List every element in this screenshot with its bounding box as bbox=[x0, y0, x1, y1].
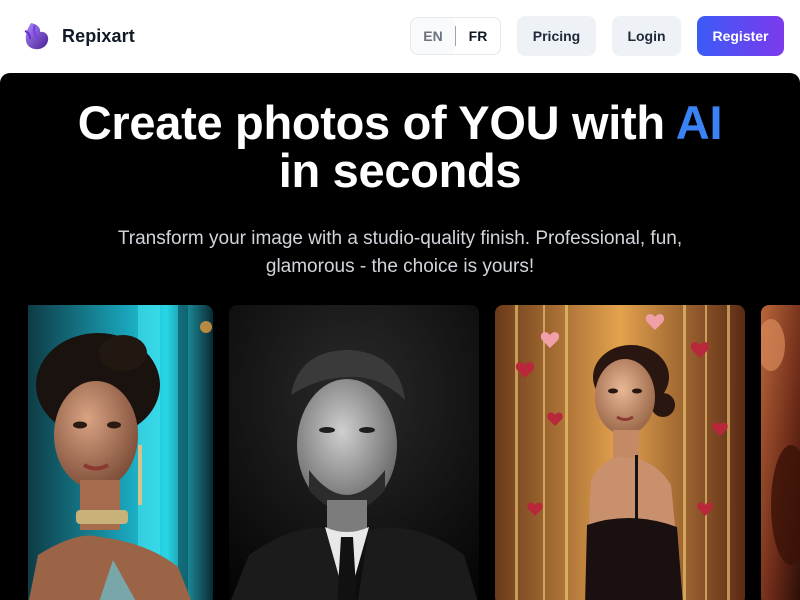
purple-leaf-logo-icon bbox=[24, 23, 49, 50]
woman-valentine-bokeh-portrait-image bbox=[495, 305, 745, 600]
language-switcher: EN FR bbox=[410, 17, 501, 55]
language-option-en[interactable]: EN bbox=[411, 18, 455, 54]
hero-title-line2: in seconds bbox=[278, 144, 522, 197]
gallery-photo-partial[interactable] bbox=[761, 305, 800, 600]
pricing-button[interactable]: Pricing bbox=[517, 16, 596, 56]
warm-portrait-partial-image bbox=[761, 305, 800, 600]
gallery-photo-woman-teal[interactable] bbox=[28, 305, 213, 600]
hero-subtitle-line1: Transform your image with a studio-quali… bbox=[117, 228, 683, 249]
hero-subtitle-line2: glamorous - the choice is yours! bbox=[265, 256, 535, 277]
language-option-fr[interactable]: FR bbox=[456, 18, 500, 54]
hero-title-main: Create photos of YOU with bbox=[77, 96, 665, 149]
register-button[interactable]: Register bbox=[697, 16, 784, 56]
brand-name: Repixart bbox=[62, 25, 135, 46]
login-button[interactable]: Login bbox=[612, 16, 681, 56]
woman-teal-neon-portrait-image bbox=[28, 305, 213, 600]
gallery-photo-man-bw[interactable] bbox=[229, 305, 479, 600]
hero-title-accent: AI bbox=[675, 96, 723, 149]
top-navigation-bar: Repixart EN FR Pricing Login Register bbox=[0, 0, 800, 72]
brand-home-link[interactable]: Repixart bbox=[22, 20, 135, 52]
photo-gallery bbox=[0, 305, 800, 600]
hero-section: Create photos of YOU with AI in seconds … bbox=[0, 73, 800, 600]
hero-title: Create photos of YOU with AI in seconds bbox=[0, 99, 800, 195]
gallery-photo-woman-valentine[interactable] bbox=[495, 305, 745, 600]
hero-subtitle: Transform your image with a studio-quali… bbox=[60, 225, 740, 281]
man-black-and-white-portrait-image bbox=[229, 305, 479, 600]
